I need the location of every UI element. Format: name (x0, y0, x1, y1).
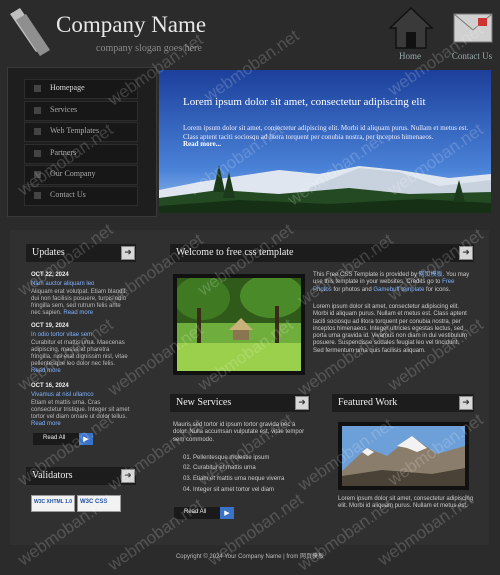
banner-read-more-link[interactable]: Read more... (183, 140, 221, 148)
news-read-more-link[interactable]: Read more (63, 310, 93, 316)
service-item: 04. Integer sit amet tortor vel diam (183, 487, 275, 493)
logo-icon (6, 6, 52, 56)
bullet-icon (34, 150, 41, 157)
news-title-link[interactable]: Vivamus at nisl ullamco (31, 392, 94, 398)
banner-text: Lorem ipsum dolor sit amet, consectetur … (183, 124, 469, 141)
featured-heading: Featured Work (338, 397, 398, 408)
arrow-right-icon[interactable]: ➜ (459, 396, 473, 410)
bullet-icon (34, 128, 41, 135)
arrow-right-icon[interactable]: ➜ (121, 246, 135, 260)
footer-copyright: Copyright © 2024 Your Company Name | fro… (175, 554, 325, 560)
services-heading: New Services (176, 397, 232, 408)
services-header: New Services ➜ (170, 394, 310, 412)
featured-header: Featured Work ➜ (332, 394, 474, 412)
news-date: OCT 19, 2024 (31, 323, 69, 329)
news-read-more-link[interactable]: Read more (31, 421, 61, 427)
banner-title: Lorem ipsum dolor sit amet, consectetur … (183, 96, 426, 108)
home-icon[interactable] (388, 4, 434, 50)
xhtml-validator-badge[interactable]: W3C XHTML 1.0 (31, 495, 75, 512)
bullet-icon (34, 107, 41, 114)
bullet-icon (34, 85, 41, 92)
company-name: Company Name (56, 12, 207, 37)
arrow-right-icon: ▶ (220, 507, 234, 519)
